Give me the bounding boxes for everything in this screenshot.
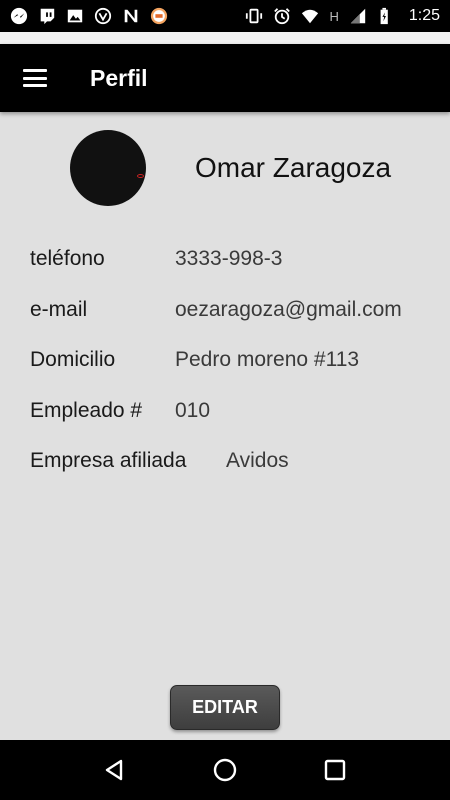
vibrate-icon [245,7,263,25]
email-label: e-mail [30,297,88,321]
network-type-label: H [329,8,339,24]
employee-value: 010 [175,398,211,422]
app-bar: Perfil [0,44,450,112]
back-icon [105,759,123,781]
home-icon [213,758,237,782]
photo-icon [66,7,84,25]
avatar-mark [137,174,144,178]
info-row-email: e-mail oezaragoza@gmail.com [30,285,430,336]
address-value: Pedro moreno #113 [175,348,360,372]
phone-value: 3333-998-3 [175,247,283,271]
status-bar: H 1:25 [0,0,450,32]
hamburger-menu-icon [23,69,47,87]
info-row-phone: teléfono 3333-998-3 [30,234,430,285]
page-title: Perfil [90,64,148,91]
menu-button[interactable] [0,44,70,112]
avatar [70,130,146,206]
edit-button[interactable]: EDITAR [170,685,280,730]
messenger-icon [10,7,28,25]
phone-label: teléfono [30,247,105,271]
nav-bar [0,740,450,800]
profile-info: teléfono 3333-998-3 e-mail oezaragoza@gm… [30,234,430,487]
info-row-address: Domicilio Pedro moreno #113 [30,335,430,386]
n-app-icon [122,7,140,25]
recents-button[interactable] [310,745,360,795]
alarm-icon [273,7,291,25]
status-right-icons: H 1:25 [245,7,440,25]
company-label: Empresa afiliada [30,449,187,473]
battery-icon [377,7,395,25]
top-strip [0,32,450,44]
company-value: Avidos [226,449,289,473]
info-row-company: Empresa afiliada Avidos [30,436,430,487]
recents-icon [324,759,346,781]
wifi-icon [301,7,319,25]
cpu-icon [150,7,168,25]
vpn-icon [94,7,112,25]
home-button[interactable] [200,745,250,795]
clock-time: 1:25 [408,7,440,24]
back-button[interactable] [90,745,140,795]
info-row-employee: Empleado # 010 [30,386,430,437]
signal-icon [349,7,367,25]
email-value: oezaragoza@gmail.com [175,297,402,321]
employee-label: Empleado # [30,398,143,422]
status-left-icons [10,7,168,25]
twitch-icon [38,7,56,25]
address-label: Domicilio [30,348,116,372]
profile-name: Omar Zaragoza [195,152,392,183]
